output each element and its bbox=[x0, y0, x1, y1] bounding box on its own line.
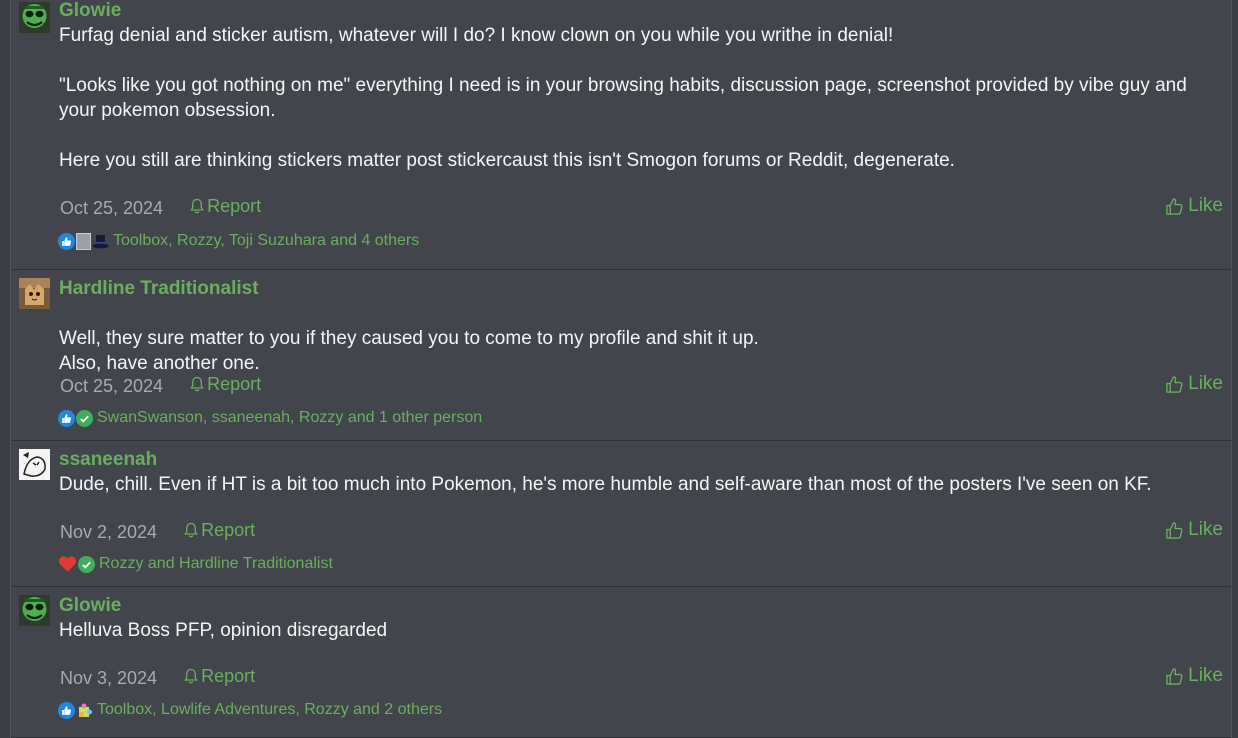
comment-author[interactable]: ssaneenah bbox=[59, 449, 157, 471]
heart-reaction-icon bbox=[58, 556, 77, 572]
puzzle-reaction-icon bbox=[79, 703, 92, 717]
comment-paragraph: Dude, chill. Even if HT is a bit too muc… bbox=[59, 474, 1152, 495]
comment-author[interactable]: Glowie bbox=[59, 0, 121, 22]
comment-date[interactable]: Nov 3, 2024 bbox=[60, 668, 157, 688]
comment-paragraph: Here you still are thinking stickers mat… bbox=[59, 150, 955, 171]
sketch-avatar-icon bbox=[19, 449, 50, 480]
comment-item: Glowie Helluva Boss PFP, opinion disrega… bbox=[11, 587, 1231, 738]
thumbs-up-icon bbox=[1166, 667, 1183, 685]
like-button[interactable]: Like bbox=[1165, 518, 1223, 542]
report-label: Report bbox=[207, 374, 262, 394]
bell-icon bbox=[184, 522, 198, 538]
comment-date[interactable]: Oct 25, 2024 bbox=[60, 198, 163, 218]
avatar[interactable] bbox=[19, 278, 50, 309]
report-link[interactable]: Report bbox=[190, 372, 261, 396]
like-label: Like bbox=[1188, 519, 1223, 540]
report-label: Report bbox=[207, 196, 262, 216]
thumbs-up-reaction-icon bbox=[58, 409, 75, 427]
comment-paragraph: Well, they sure matter to you if they ca… bbox=[59, 328, 759, 374]
like-button[interactable]: Like bbox=[1165, 194, 1223, 218]
thumbs-up-icon bbox=[1166, 197, 1183, 215]
reactions-bar: Rozzy and Hardline Traditionalist bbox=[58, 553, 333, 575]
comment-paragraph: Furfag denial and sticker autism, whatev… bbox=[59, 25, 894, 46]
comment-author[interactable]: Hardline Traditionalist bbox=[59, 278, 259, 300]
comment-date[interactable]: Nov 2, 2024 bbox=[60, 522, 157, 542]
avatar[interactable] bbox=[19, 595, 50, 626]
cat-avatar-icon bbox=[19, 278, 50, 309]
profile-post-comments: Glowie Furfag denial and sticker autism,… bbox=[10, 0, 1232, 738]
comment-author[interactable]: Glowie bbox=[59, 595, 121, 617]
bell-icon bbox=[190, 198, 204, 214]
avatar[interactable] bbox=[19, 449, 50, 480]
reactions-bar: SwanSwanson, ssaneenah, Rozzy and 1 othe… bbox=[58, 407, 482, 429]
comment-paragraph: Helluva Boss PFP, opinion disregarded bbox=[59, 620, 388, 641]
reactions-users[interactable]: Toolbox, Rozzy, Toji Suzuhara and 4 othe… bbox=[113, 232, 419, 250]
thumbs-up-reaction-icon bbox=[58, 232, 75, 250]
comment-date[interactable]: Oct 25, 2024 bbox=[60, 376, 163, 396]
grey-square-reaction-icon bbox=[76, 232, 91, 250]
comment-body: Dude, chill. Even if HT is a bit too muc… bbox=[59, 472, 1219, 497]
bell-icon bbox=[184, 668, 198, 684]
report-link[interactable]: Report bbox=[190, 194, 261, 218]
comment-meta: Nov 2, 2024 Report bbox=[60, 518, 255, 542]
top-hat-reaction-icon bbox=[92, 234, 109, 248]
reactions-bar: Toolbox, Lowlife Adventures, Rozzy and 2… bbox=[58, 699, 442, 721]
bell-icon bbox=[190, 376, 204, 392]
reactions-bar: Toolbox, Rozzy, Toji Suzuhara and 4 othe… bbox=[58, 230, 419, 252]
comment-paragraph: "Looks like you got nothing on me" every… bbox=[59, 75, 1187, 121]
comment-body: Furfag denial and sticker autism, whatev… bbox=[59, 23, 1219, 173]
thumbs-up-icon bbox=[1166, 375, 1183, 393]
like-button[interactable]: Like bbox=[1165, 664, 1223, 688]
thumbs-up-icon bbox=[1166, 521, 1183, 539]
like-button[interactable]: Like bbox=[1165, 372, 1223, 396]
like-label: Like bbox=[1188, 195, 1223, 216]
report-label: Report bbox=[201, 520, 256, 540]
like-label: Like bbox=[1188, 665, 1223, 686]
comment-item: Hardline Traditionalist Well, they sure … bbox=[11, 270, 1231, 441]
comment-item: Glowie Furfag denial and sticker autism,… bbox=[11, 0, 1231, 270]
reactions-users[interactable]: Toolbox, Lowlife Adventures, Rozzy and 2… bbox=[97, 701, 442, 719]
comment-item: ssaneenah Dude, chill. Even if HT is a b… bbox=[11, 441, 1231, 587]
report-link[interactable]: Report bbox=[184, 518, 255, 542]
reactions-users[interactable]: SwanSwanson, ssaneenah, Rozzy and 1 othe… bbox=[97, 409, 482, 427]
thumbs-up-reaction-icon bbox=[58, 701, 75, 719]
comment-meta: Oct 25, 2024 Report bbox=[60, 372, 261, 396]
avatar[interactable] bbox=[19, 2, 50, 33]
reactions-users[interactable]: Rozzy and Hardline Traditionalist bbox=[99, 555, 333, 573]
like-label: Like bbox=[1188, 373, 1223, 394]
report-link[interactable]: Report bbox=[184, 664, 255, 688]
checkmark-reaction-icon bbox=[78, 555, 95, 573]
comment-meta: Nov 3, 2024 Report bbox=[60, 664, 255, 688]
comment-body: Helluva Boss PFP, opinion disregarded bbox=[59, 618, 1219, 643]
green-mask-avatar-icon bbox=[19, 2, 50, 33]
comment-meta: Oct 25, 2024 Report bbox=[60, 194, 261, 218]
checkmark-reaction-icon bbox=[76, 409, 93, 427]
green-mask-avatar-icon bbox=[19, 595, 50, 626]
report-label: Report bbox=[201, 666, 256, 686]
